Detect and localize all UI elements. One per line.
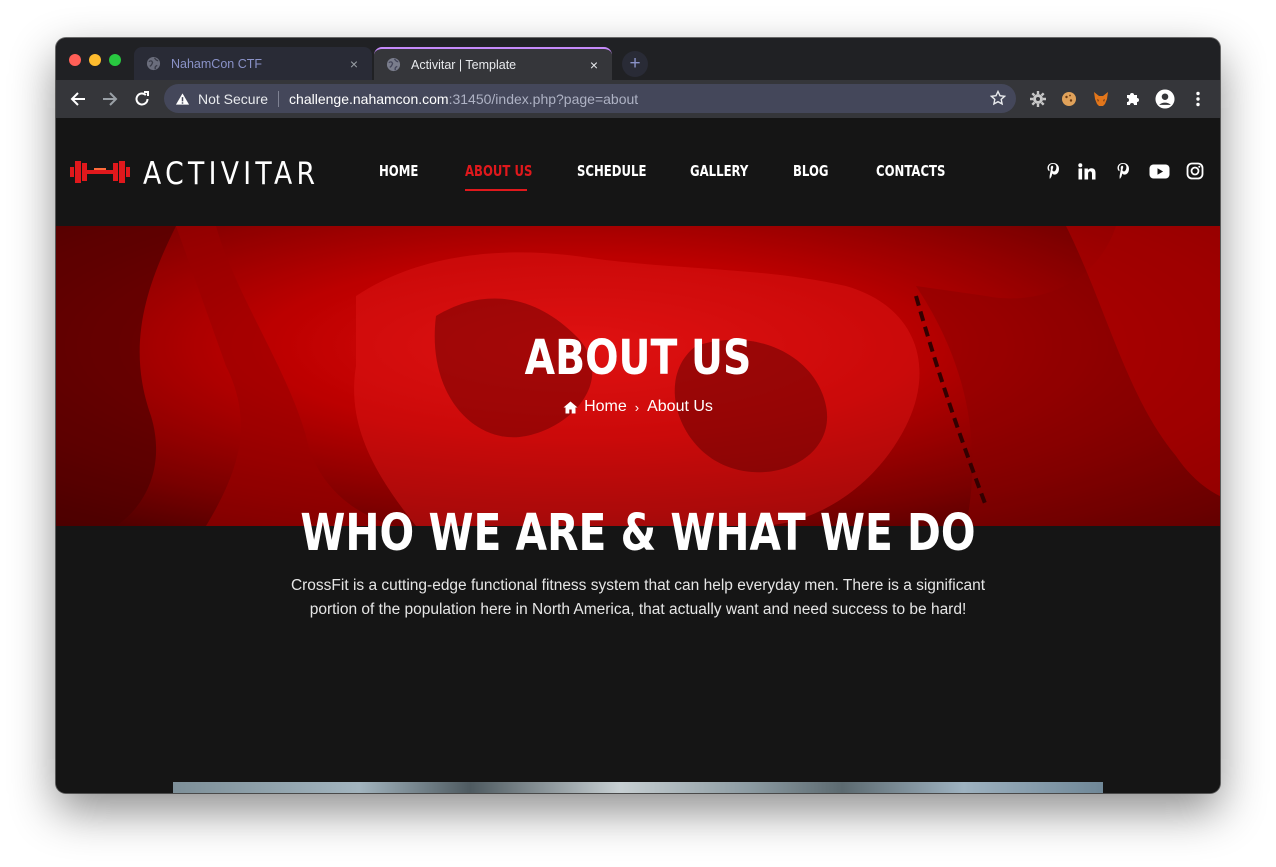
- hero-title: ABOUT US: [524, 330, 752, 386]
- minimize-window-button[interactable]: [89, 54, 101, 66]
- cookie-extension-icon[interactable]: [1059, 89, 1079, 109]
- maximize-window-button[interactable]: [109, 54, 121, 66]
- nav-schedule[interactable]: Schedule: [577, 162, 646, 180]
- youtube-icon[interactable]: [1148, 162, 1170, 180]
- gallery-image-strip: [173, 782, 1103, 793]
- tab-activitar[interactable]: Activitar | Template ×: [374, 47, 612, 80]
- tab-strip: NahamCon CTF × Activitar | Template × +: [56, 38, 1220, 80]
- pinterest-icon[interactable]: [1114, 162, 1132, 180]
- nav-about-us[interactable]: About Us: [465, 162, 532, 180]
- url-host: challenge.nahamcon.com: [289, 90, 449, 107]
- puzzle-icon[interactable]: [1123, 89, 1143, 109]
- breadcrumb: Home › About Us: [56, 398, 1220, 416]
- close-window-button[interactable]: [69, 54, 81, 66]
- forward-icon[interactable]: [99, 88, 121, 110]
- nav-active-underline: [465, 189, 527, 191]
- section-title: WHO WE ARE & WHAT WE DO: [300, 504, 976, 563]
- url-path: :31450/index.php?page=about: [448, 90, 639, 107]
- hero-banner: ABOUT US Home › About Us: [56, 226, 1220, 526]
- dumbbell-icon: [70, 158, 130, 191]
- warning-icon[interactable]: [174, 91, 190, 107]
- site-header: ACTIVITAR Home About Us Schedule Gallery…: [56, 118, 1220, 226]
- nav-contacts[interactable]: Contacts: [876, 162, 945, 180]
- tab-title: NahamCon CTF: [171, 56, 262, 71]
- tab-title: Activitar | Template: [411, 57, 517, 72]
- nav-gallery[interactable]: Gallery: [690, 162, 748, 180]
- fox-extension-icon[interactable]: [1091, 89, 1111, 109]
- tab-nahamcon-ctf[interactable]: NahamCon CTF ×: [134, 47, 372, 80]
- gear-extension-icon[interactable]: [1028, 89, 1048, 109]
- back-icon[interactable]: [67, 88, 89, 110]
- nav-home[interactable]: Home: [379, 162, 418, 180]
- logo-text: ACTIVITAR: [143, 156, 320, 192]
- breadcrumb-home-link[interactable]: Home: [584, 398, 627, 416]
- address-bar[interactable]: Not Secure challenge.nahamcon.com :31450…: [164, 84, 1016, 113]
- reload-icon[interactable]: [131, 88, 153, 110]
- star-icon[interactable]: [989, 89, 1007, 106]
- instagram-icon[interactable]: [1186, 162, 1204, 180]
- nav-blog[interactable]: Blog: [793, 162, 829, 180]
- omnibox-divider: [278, 90, 280, 107]
- browser-window: NahamCon CTF × Activitar | Template × + …: [56, 38, 1220, 793]
- new-tab-button[interactable]: +: [622, 51, 648, 77]
- menu-dots-icon[interactable]: [1188, 89, 1208, 109]
- section-description: CrossFit is a cutting-edge functional fi…: [290, 577, 986, 618]
- site-logo[interactable]: ACTIVITAR: [70, 156, 348, 192]
- security-label[interactable]: Not Secure: [198, 91, 268, 107]
- pinterest-icon[interactable]: [1044, 162, 1062, 180]
- globe-icon: [386, 57, 401, 72]
- close-tab-icon[interactable]: ×: [346, 56, 362, 72]
- profile-icon[interactable]: [1155, 89, 1175, 109]
- globe-icon: [146, 56, 161, 71]
- linkedin-icon[interactable]: [1078, 162, 1096, 180]
- breadcrumb-current: About Us: [647, 398, 713, 415]
- chevron-right-icon: ›: [634, 399, 640, 415]
- page-content: ACTIVITAR Home About Us Schedule Gallery…: [56, 118, 1220, 793]
- browser-toolbar: Not Secure challenge.nahamcon.com :31450…: [56, 80, 1220, 118]
- home-icon: [563, 401, 578, 414]
- close-tab-icon[interactable]: ×: [586, 57, 602, 73]
